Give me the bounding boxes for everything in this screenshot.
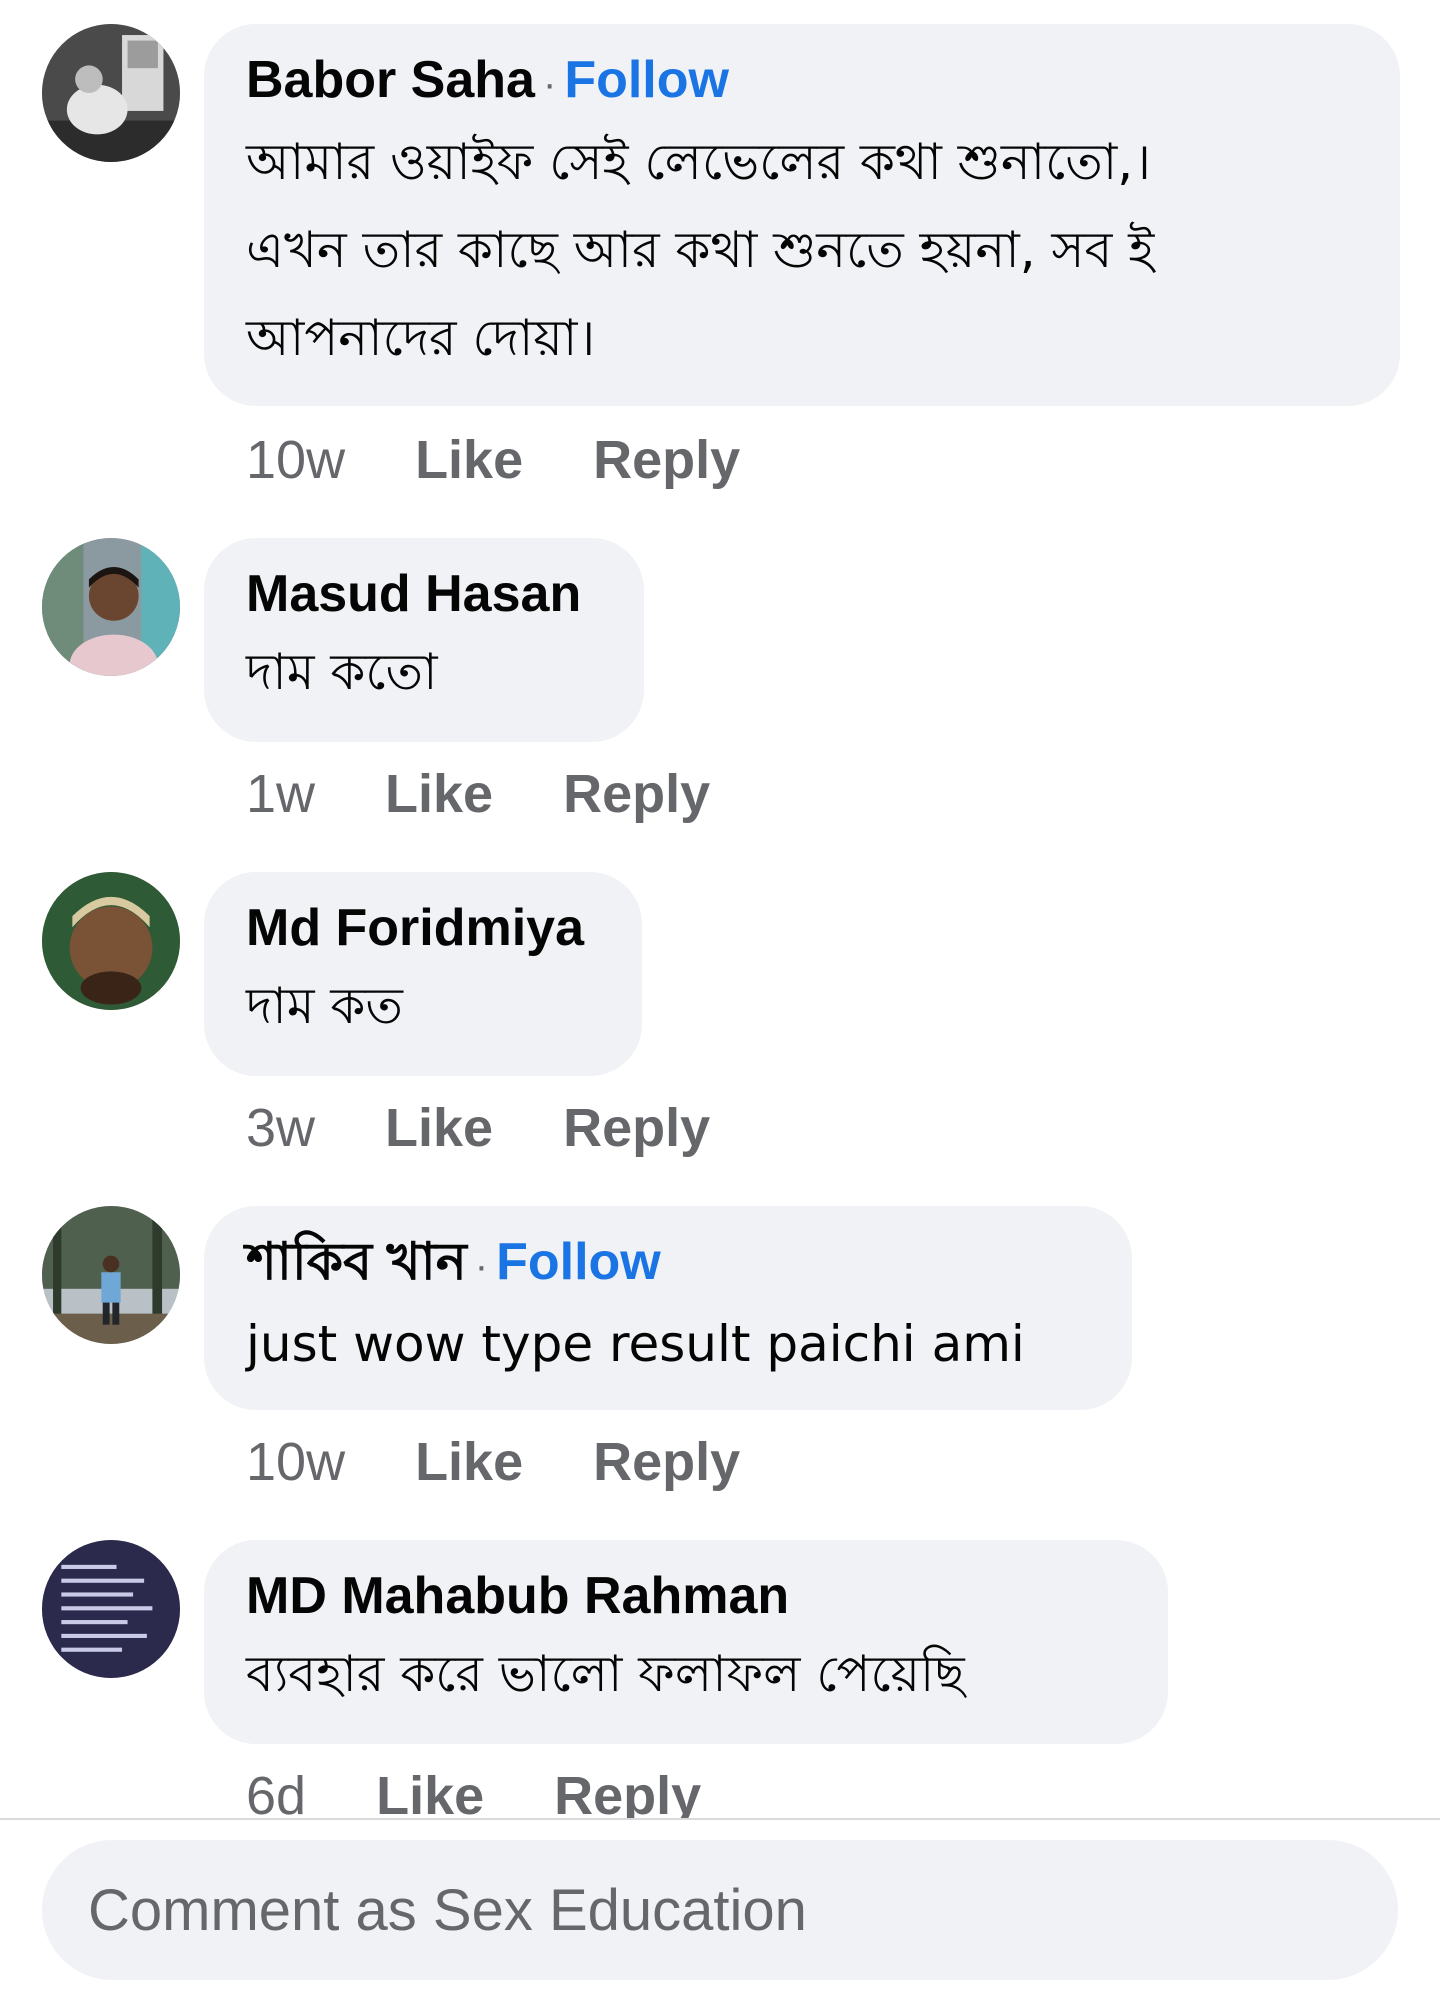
composer-divider (0, 1818, 1440, 1820)
author-name[interactable]: Babor Saha (246, 51, 535, 109)
comment-list: Babor Saha · Follow আমার ওয়াইফ সেই লেভেলে… (0, 0, 1440, 1818)
separator-dot: · (474, 1244, 489, 1288)
avatar[interactable] (42, 538, 180, 676)
like-button[interactable]: Like (385, 1096, 493, 1160)
avatar[interactable] (42, 24, 180, 162)
like-button[interactable]: Like (385, 762, 493, 826)
avatar[interactable] (42, 872, 180, 1010)
comment-bubble: Masud Hasan দাম কতো (204, 538, 644, 742)
comment-age[interactable]: 3w (246, 1096, 315, 1160)
comment-actions: 1w Like Reply (246, 762, 780, 826)
reply-button[interactable]: Reply (593, 1430, 740, 1494)
author-name[interactable]: শাকিব খান (246, 1233, 467, 1291)
like-button[interactable]: Like (376, 1764, 484, 1818)
like-button[interactable]: Like (415, 428, 523, 492)
comment-bubble: Md Foridmiya দাম কত (204, 872, 642, 1076)
like-button[interactable]: Like (415, 1430, 523, 1494)
comment-bubble: Babor Saha · Follow আমার ওয়াইফ সেই লেভেলে… (204, 24, 1400, 406)
comment-age[interactable]: 10w (246, 1430, 345, 1494)
comment-age[interactable]: 10w (246, 428, 345, 492)
author-name[interactable]: MD Mahabub Rahman (246, 1567, 789, 1625)
reply-button[interactable]: Reply (563, 1096, 710, 1160)
author-name[interactable]: Masud Hasan (246, 565, 581, 623)
comment-composer[interactable] (42, 1840, 1398, 1980)
comment-actions: 10w Like Reply (246, 1430, 810, 1494)
reply-button[interactable]: Reply (593, 428, 740, 492)
comment-bubble: MD Mahabub Rahman ব্যবহার করে ভালো ফলাফল… (204, 1540, 1168, 1744)
comment-actions: 6d Like Reply (246, 1764, 771, 1818)
comment-actions: 10w Like Reply (246, 428, 810, 492)
reply-button[interactable]: Reply (554, 1764, 701, 1818)
comment-actions: 3w Like Reply (246, 1096, 780, 1160)
comment-text: দাম কতো (246, 643, 438, 701)
author-name[interactable]: Md Foridmiya (246, 899, 584, 957)
follow-button[interactable]: Follow (564, 51, 729, 109)
comment-text: just wow type result paichi ami (246, 1315, 1025, 1373)
comment-text: ব্যবহার করে ভালো ফলাফল পেয়েছি (246, 1645, 965, 1703)
comment-age[interactable]: 1w (246, 762, 315, 826)
comment-text: দাম কত (246, 977, 403, 1035)
comment-text: আমার ওয়াইফ সেই লেভেলের কথা শুনাতো,। এখন… (246, 133, 1155, 367)
comment-age[interactable]: 6d (246, 1764, 306, 1818)
comment-input[interactable] (86, 1875, 1398, 1945)
comment-bubble: শাকিব খান · Follow just wow type result pa… (204, 1206, 1132, 1410)
avatar[interactable] (42, 1206, 180, 1344)
reply-button[interactable]: Reply (563, 762, 710, 826)
separator-dot: · (542, 62, 557, 106)
avatar[interactable] (42, 1540, 180, 1678)
follow-button[interactable]: Follow (496, 1233, 661, 1291)
